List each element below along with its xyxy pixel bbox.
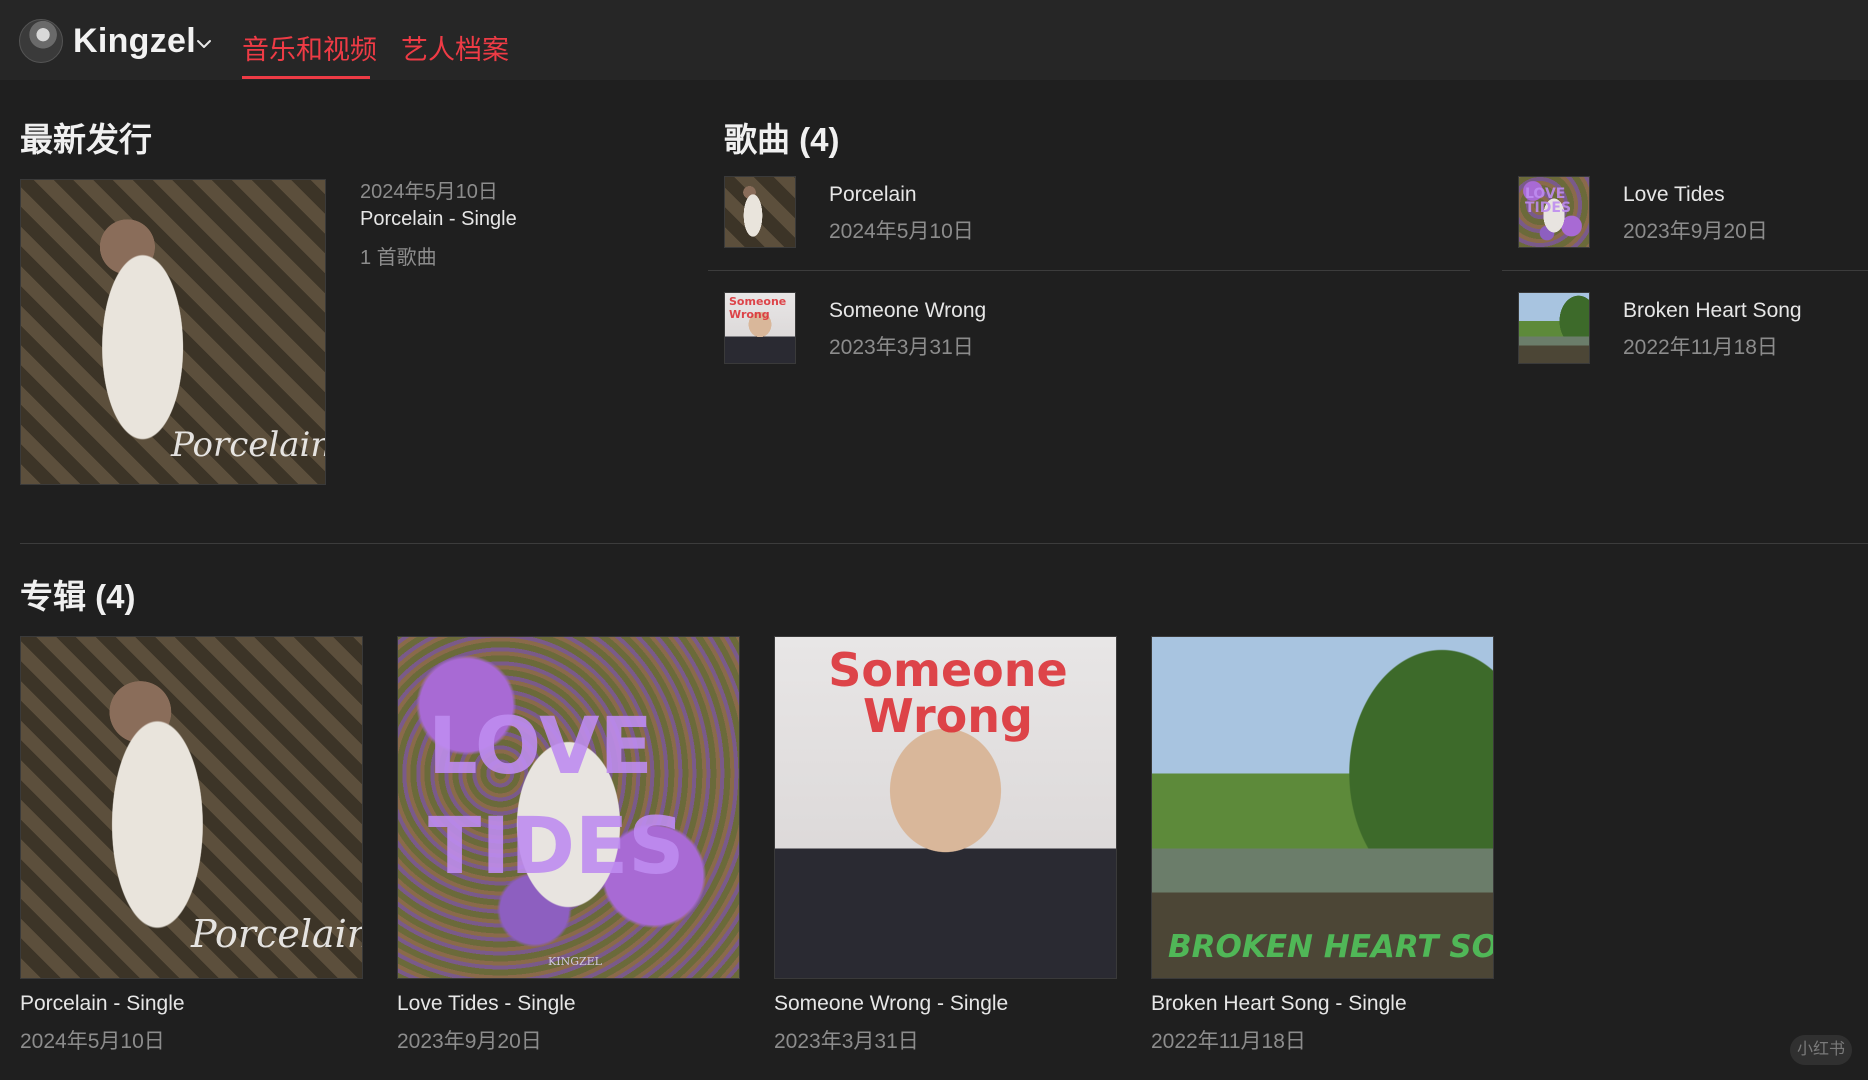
albums-heading[interactable]: 专辑 (4): [20, 570, 136, 618]
song-date: 2024年5月10日: [829, 220, 974, 243]
section-divider: [20, 543, 1868, 544]
song-date: 2023年3月31日: [829, 336, 974, 359]
song-cover[interactable]: LOVE TIDES: [1518, 176, 1590, 248]
album-date: 2023年3月31日: [774, 1030, 919, 1053]
album-cover[interactable]: LOVE TIDES KINGZEL: [397, 636, 740, 979]
song-title[interactable]: Porcelain: [829, 183, 917, 207]
latest-release-date: 2024年5月10日: [360, 181, 498, 203]
latest-release-title[interactable]: Porcelain - Single: [360, 208, 517, 231]
cover-artist-text: KINGZEL: [548, 955, 602, 968]
latest-release-heading: 最新发行: [20, 121, 152, 158]
artist-name[interactable]: Kingzel: [73, 22, 196, 61]
tab-music-and-videos[interactable]: 音乐和视频: [242, 28, 377, 67]
album-cover[interactable]: BROKEN HEART SONG: [1151, 636, 1494, 979]
divider: [708, 270, 1470, 271]
song-title[interactable]: Broken Heart Song: [1623, 299, 1802, 323]
latest-release-track-count: 1 首歌曲: [360, 247, 437, 269]
song-cover[interactable]: [724, 176, 796, 248]
chevron-down-icon[interactable]: [196, 36, 212, 52]
cover-title-text: LOVE TIDES: [1525, 186, 1572, 216]
album-date: 2023年9月20日: [397, 1030, 542, 1053]
cover-title-text: Someone Wrong: [729, 295, 787, 321]
songs-heading[interactable]: 歌曲 (4): [724, 113, 840, 161]
top-bar: Kingzel 音乐和视频 艺人档案: [0, 0, 1868, 80]
album-date: 2024年5月10日: [20, 1030, 165, 1053]
song-cover[interactable]: [1518, 292, 1590, 364]
song-date: 2022年11月18日: [1623, 336, 1778, 359]
latest-release-cover[interactable]: Porcelain: [20, 179, 326, 485]
album-title[interactable]: Porcelain - Single: [20, 992, 185, 1016]
tab-artist-profile[interactable]: 艺人档案: [401, 28, 509, 67]
active-tab-indicator: [242, 76, 370, 79]
album-title[interactable]: Love Tides - Single: [397, 992, 576, 1016]
song-cover[interactable]: Someone Wrong: [724, 292, 796, 364]
divider: [1502, 270, 1868, 271]
cover-title-text: Porcelain: [171, 425, 326, 465]
artist-avatar[interactable]: [19, 19, 63, 63]
song-title[interactable]: Love Tides: [1623, 183, 1725, 207]
watermark-logo: 小红书: [1790, 1035, 1852, 1065]
album-cover[interactable]: Porcelain: [20, 636, 363, 979]
album-title[interactable]: Someone Wrong - Single: [774, 992, 1008, 1016]
cover-title-text: LOVE TIDES: [428, 702, 685, 892]
album-date: 2022年11月18日: [1151, 1030, 1306, 1053]
cover-title-text: Porcelain: [191, 912, 363, 956]
cover-title-text: Someone Wrong: [828, 643, 1068, 743]
cover-title-text: BROKEN HEART SONG: [1168, 929, 1494, 965]
song-date: 2023年9月20日: [1623, 220, 1768, 243]
song-title[interactable]: Someone Wrong: [829, 299, 986, 323]
album-title[interactable]: Broken Heart Song - Single: [1151, 992, 1407, 1016]
album-cover[interactable]: Someone Wrong: [774, 636, 1117, 979]
